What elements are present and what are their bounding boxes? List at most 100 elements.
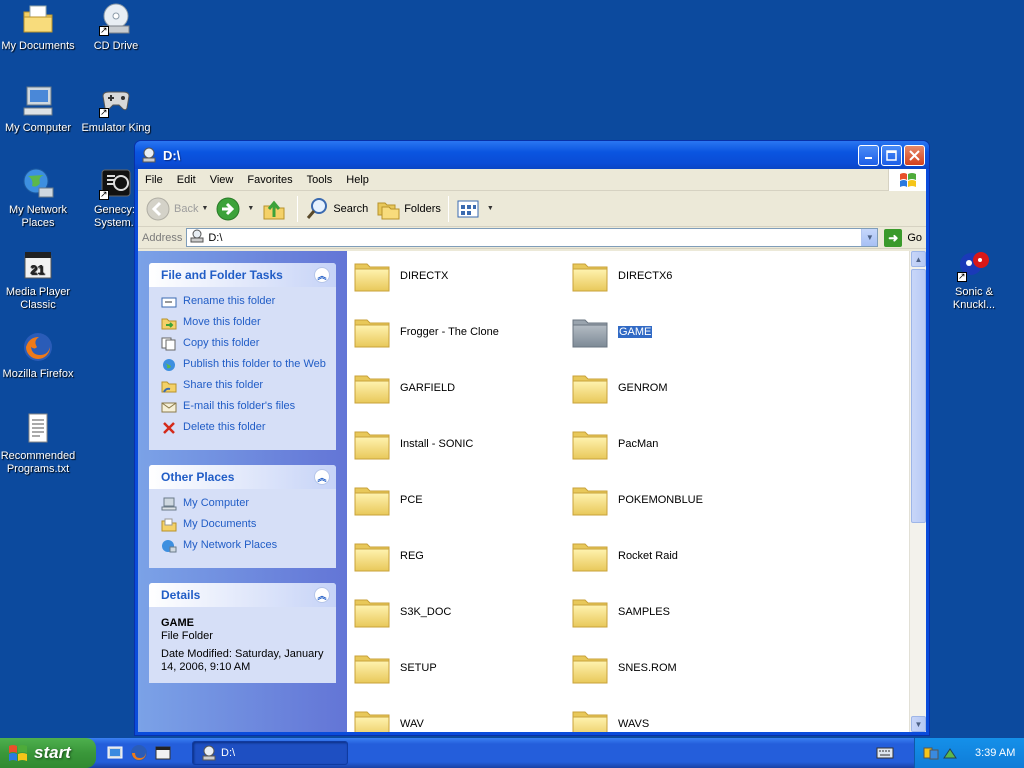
- search-button[interactable]: Search: [301, 194, 372, 224]
- windows-logo-icon: [888, 169, 926, 191]
- folder-item[interactable]: S3K_DOC: [353, 590, 553, 634]
- forward-dropdown-icon[interactable]: ▼: [247, 205, 254, 212]
- collapse-chevron-icon[interactable]: ︽: [314, 267, 330, 283]
- keyboard-icon[interactable]: [876, 746, 894, 760]
- maximize-button[interactable]: [881, 144, 902, 166]
- desktop-icon-mozilla-firefox[interactable]: Mozilla Firefox: [0, 330, 78, 381]
- panel-header[interactable]: Other Places ︽: [149, 465, 336, 489]
- folder-item[interactable]: SAMPLES: [571, 590, 771, 634]
- folder-item[interactable]: Rocket Raid: [571, 534, 771, 578]
- collapse-chevron-icon[interactable]: ︽: [314, 587, 330, 603]
- place-my-network-places[interactable]: My Network Places: [161, 539, 326, 553]
- address-dropdown-icon[interactable]: ▼: [861, 229, 878, 246]
- menu-edit[interactable]: Edit: [170, 174, 203, 186]
- back-dropdown-icon[interactable]: ▼: [201, 205, 208, 212]
- folder-item[interactable]: DIRECTX6: [571, 254, 771, 298]
- tray-network-icon[interactable]: [942, 745, 958, 761]
- folder-icon: [353, 706, 391, 732]
- task-move-folder[interactable]: Move this folder: [161, 316, 326, 330]
- scroll-up-icon[interactable]: ▲: [911, 251, 926, 267]
- menu-view[interactable]: View: [203, 174, 241, 186]
- minimize-button[interactable]: [858, 144, 879, 166]
- menu-favorites[interactable]: Favorites: [240, 174, 299, 186]
- folder-item[interactable]: GAME: [571, 310, 771, 354]
- folder-item[interactable]: Install - SONIC: [353, 422, 553, 466]
- folder-name: GARFIELD: [400, 382, 456, 394]
- task-copy-folder[interactable]: Copy this folder: [161, 337, 326, 351]
- folder-item[interactable]: SNES.ROM: [571, 646, 771, 690]
- collapse-chevron-icon[interactable]: ︽: [314, 469, 330, 485]
- go-button[interactable]: ➜ Go: [884, 228, 922, 247]
- folder-item[interactable]: Frogger - The Clone: [353, 310, 553, 354]
- folder-icon: [353, 650, 391, 686]
- menu-help[interactable]: Help: [339, 174, 376, 186]
- vertical-scrollbar[interactable]: ▲ ▼: [909, 251, 926, 732]
- address-input[interactable]: D:\ ▼: [186, 228, 879, 247]
- menu-file[interactable]: File: [138, 174, 170, 186]
- rename-icon: [161, 295, 177, 309]
- taskbar-window-button[interactable]: D:\: [192, 741, 348, 765]
- folder-item[interactable]: REG: [353, 534, 553, 578]
- move-icon: [161, 316, 177, 330]
- folder-icon: [571, 258, 609, 294]
- other-places-panel: Other Places ︽ My Computer My Documents: [149, 465, 336, 568]
- folder-icon: [571, 482, 609, 518]
- folder-name: Install - SONIC: [400, 438, 474, 450]
- folder-item[interactable]: PacMan: [571, 422, 771, 466]
- folder-item[interactable]: GENROM: [571, 366, 771, 410]
- desktop-icon-my-documents[interactable]: My Documents: [0, 2, 78, 53]
- desktop-icon-recommended-programs[interactable]: Recommended Programs.txt: [0, 412, 78, 476]
- start-button[interactable]: start: [0, 738, 96, 768]
- folder-item[interactable]: WAV: [353, 702, 553, 732]
- media-player-icon[interactable]: [154, 744, 172, 762]
- folder-item[interactable]: PCE: [353, 478, 553, 522]
- desktop-icon-label: Recommended Programs.txt: [0, 450, 76, 475]
- folder-item[interactable]: WAVS: [571, 702, 771, 732]
- desktop-icon-emulator-king[interactable]: Emulator King: [76, 84, 156, 135]
- tray-app-icon[interactable]: [923, 745, 939, 761]
- desktop-icon-my-network-places[interactable]: My Network Places: [0, 166, 78, 230]
- scroll-down-icon[interactable]: ▼: [911, 716, 926, 732]
- task-publish-web[interactable]: Publish this folder to the Web: [161, 358, 326, 372]
- forward-button[interactable]: ▼: [212, 194, 258, 224]
- task-share-folder[interactable]: Share this folder: [161, 379, 326, 393]
- svg-text:21: 21: [30, 262, 44, 277]
- menu-tools[interactable]: Tools: [300, 174, 340, 186]
- firefox-icon[interactable]: [130, 744, 148, 762]
- views-dropdown-icon[interactable]: ▼: [487, 205, 494, 212]
- toolbar: Back ▼ ▼ Search Folders ▼: [138, 191, 926, 227]
- folders-button[interactable]: Folders: [372, 194, 445, 224]
- desktop-icon-cd-drive[interactable]: CD Drive: [76, 2, 156, 53]
- folder-item[interactable]: SETUP: [353, 646, 553, 690]
- panel-header[interactable]: Details ︽: [149, 583, 336, 607]
- close-button[interactable]: [904, 144, 925, 166]
- scroll-thumb[interactable]: [911, 269, 926, 523]
- folder-item[interactable]: DIRECTX: [353, 254, 553, 298]
- task-email-files[interactable]: E-mail this folder's files: [161, 400, 326, 414]
- folder-name: Rocket Raid: [618, 550, 678, 562]
- folder-item[interactable]: GARFIELD: [353, 366, 553, 410]
- taskbar: start D:\ 3:39 AM: [0, 738, 1024, 768]
- folder-item[interactable]: POKEMONBLUE: [571, 478, 771, 522]
- up-folder-button[interactable]: [258, 194, 294, 224]
- place-my-computer[interactable]: My Computer: [161, 497, 326, 511]
- folder-icon: [353, 482, 391, 518]
- show-desktop-icon[interactable]: [106, 744, 124, 762]
- task-delete-folder[interactable]: Delete this folder: [161, 421, 326, 435]
- folder-name: S3K_DOC: [400, 606, 452, 618]
- desktop-icon-my-computer[interactable]: My Computer: [0, 84, 78, 135]
- task-rename-folder[interactable]: Rename this folder: [161, 295, 326, 309]
- place-my-documents[interactable]: My Documents: [161, 518, 326, 532]
- folder-icon: [353, 258, 391, 294]
- panel-header[interactable]: File and Folder Tasks ︽: [149, 263, 336, 287]
- email-icon: [161, 400, 177, 414]
- views-icon: [456, 197, 480, 221]
- explorer-window[interactable]: D:\ File Edit View Favorites Tools Help: [134, 140, 930, 736]
- desktop-icon-sonic-knuckles[interactable]: Sonic & Knuckl...: [934, 248, 1014, 312]
- desktop-icon-label: Emulator King: [81, 122, 151, 134]
- window-titlebar[interactable]: D:\: [135, 141, 929, 169]
- cd-drive-icon: [99, 2, 133, 37]
- back-button[interactable]: Back ▼: [142, 194, 212, 224]
- views-button[interactable]: ▼: [452, 194, 498, 224]
- desktop-icon-media-player-classic[interactable]: 21 Media Player Classic: [0, 248, 78, 312]
